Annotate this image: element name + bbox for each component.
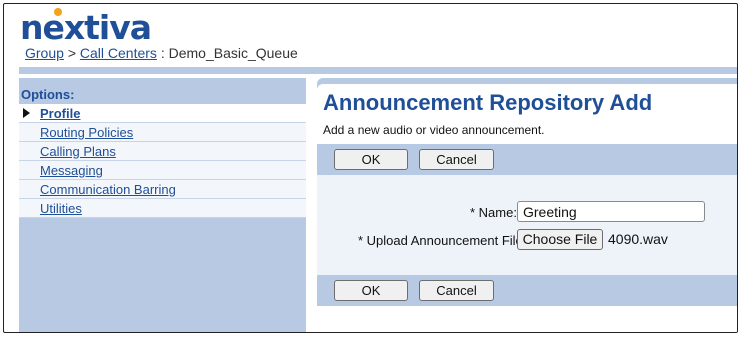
sidebar-item-messaging[interactable]: Messaging [19, 161, 306, 180]
logo-dot-icon [54, 8, 62, 16]
sidebar-item-label[interactable]: Utilities [40, 201, 82, 216]
sidebar-item-routing-policies[interactable]: Routing Policies [19, 123, 306, 142]
sidebar-title: Options: [21, 87, 75, 102]
selected-file-name: 4090.wav [608, 231, 668, 247]
breadcrumb-current: Demo_Basic_Queue [168, 45, 298, 61]
sidebar-item-calling-plans[interactable]: Calling Plans [19, 142, 306, 161]
sidebar-item-label[interactable]: Profile [40, 106, 80, 121]
upload-file-label: * Upload Announcement File: [358, 233, 527, 248]
app-window: nextiva Group > Call Centers : Demo_Basi… [3, 3, 738, 333]
page-title: Announcement Repository Add [323, 90, 653, 115]
choose-file-button[interactable]: Choose File [517, 229, 603, 250]
nextiva-logo: nextiva [20, 8, 152, 48]
breadcrumb-separator: > [67, 45, 76, 61]
breadcrumb-group-link[interactable]: Group [25, 45, 64, 61]
sidebar: Options: Profile Routing Policies Callin… [19, 78, 306, 332]
ok-button-bottom[interactable]: OK [334, 280, 408, 301]
sidebar-item-label[interactable]: Communication Barring [40, 182, 176, 197]
sidebar-list: Profile Routing Policies Calling Plans M… [19, 104, 306, 218]
ok-button-top[interactable]: OK [334, 149, 408, 170]
cancel-button-bottom[interactable]: Cancel [419, 280, 494, 301]
sidebar-item-label[interactable]: Calling Plans [40, 144, 116, 159]
sidebar-item-utilities[interactable]: Utilities [19, 199, 306, 218]
logo-text: nextiva [20, 8, 152, 47]
announcement-form: * Name: * Upload Announcement File: Choo… [317, 175, 737, 275]
breadcrumb-colon: : [160, 45, 165, 61]
top-button-bar: OK Cancel [317, 144, 737, 175]
breadcrumb-call-centers-link[interactable]: Call Centers [80, 45, 157, 61]
cancel-button-top[interactable]: Cancel [419, 149, 494, 170]
page-description: Add a new audio or video announcement. [323, 123, 545, 137]
sidebar-item-label[interactable]: Routing Policies [40, 125, 133, 140]
header-divider [19, 67, 737, 74]
name-label: * Name: [470, 205, 517, 220]
sidebar-item-communication-barring[interactable]: Communication Barring [19, 180, 306, 199]
name-input[interactable] [517, 201, 705, 222]
bottom-button-bar: OK Cancel [317, 275, 737, 306]
sidebar-item-label[interactable]: Messaging [40, 163, 103, 178]
current-page-arrow-icon [23, 108, 30, 118]
breadcrumb: Group > Call Centers : Demo_Basic_Queue [25, 45, 298, 61]
sidebar-item-profile[interactable]: Profile [19, 104, 306, 123]
main-panel: Announcement Repository Add Add a new au… [317, 84, 737, 332]
